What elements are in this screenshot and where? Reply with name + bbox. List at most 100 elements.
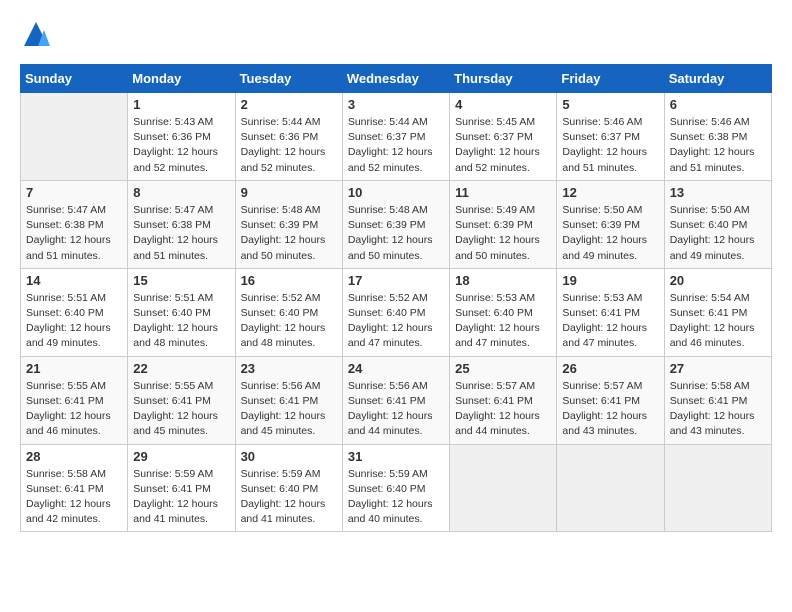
day-info: Sunrise: 5:59 AM Sunset: 6:40 PM Dayligh… (241, 467, 337, 528)
day-info: Sunrise: 5:44 AM Sunset: 6:37 PM Dayligh… (348, 115, 444, 176)
day-cell: 14 Sunrise: 5:51 AM Sunset: 6:40 PM Dayli… (21, 268, 128, 356)
header-cell-thursday: Thursday (450, 65, 557, 93)
day-info: Sunrise: 5:57 AM Sunset: 6:41 PM Dayligh… (562, 379, 658, 440)
day-number: 12 (562, 185, 658, 200)
day-info: Sunrise: 5:45 AM Sunset: 6:37 PM Dayligh… (455, 115, 551, 176)
day-cell: 22Sunrise: 5:55 AM Sunset: 6:41 PM Dayli… (128, 356, 235, 444)
day-number: 13 (670, 185, 766, 200)
day-cell (557, 444, 664, 532)
logo (20, 20, 54, 48)
day-number: 14 (26, 273, 122, 288)
day-number: 20 (670, 273, 766, 288)
day-cell: 11 Sunrise: 5:49 AM Sunset: 6:39 PM Dayli… (450, 180, 557, 268)
day-number: 30 (241, 449, 337, 464)
day-number: 7 (26, 185, 122, 200)
day-info: Sunrise: 5:46 AM Sunset: 6:38 PM Dayligh… (670, 115, 766, 176)
day-cell: 29 Sunrise: 5:59 AM Sunset: 6:41 PM Dayli… (128, 444, 235, 532)
header-cell-friday: Friday (557, 65, 664, 93)
day-number: 27 (670, 361, 766, 376)
day-number: 2 (241, 97, 337, 112)
day-info: Sunrise: 5:49 AM Sunset: 6:39 PM Dayligh… (455, 203, 551, 264)
day-info: Sunrise: 5:56 AM Sunset: 6:41 PM Dayligh… (348, 379, 444, 440)
day-number: 26 (562, 361, 658, 376)
day-number: 29 (133, 449, 229, 464)
day-info: Sunrise: 5:46 AM Sunset: 6:37 PM Dayligh… (562, 115, 658, 176)
day-info: Sunrise: 5:58 AM Sunset: 6:41 PM Dayligh… (26, 467, 122, 528)
day-cell: 19 Sunrise: 5:53 AM Sunset: 6:41 PM Dayli… (557, 268, 664, 356)
day-cell: 21 Sunrise: 5:55 AM Sunset: 6:41 PM Dayli… (21, 356, 128, 444)
day-number: 15 (133, 273, 229, 288)
day-number: 19 (562, 273, 658, 288)
day-info: Sunrise: 5:47 AM Sunset: 6:38 PM Dayligh… (26, 203, 122, 264)
day-cell: 17 Sunrise: 5:52 AM Sunset: 6:40 PM Dayli… (342, 268, 449, 356)
week-row-5: 28 Sunrise: 5:58 AM Sunset: 6:41 PM Dayli… (21, 444, 772, 532)
header-cell-saturday: Saturday (664, 65, 771, 93)
day-info: Sunrise: 5:52 AM Sunset: 6:40 PM Dayligh… (348, 291, 444, 352)
day-cell: 5Sunrise: 5:46 AM Sunset: 6:37 PM Daylig… (557, 93, 664, 181)
day-number: 17 (348, 273, 444, 288)
day-number: 11 (455, 185, 551, 200)
week-row-4: 21 Sunrise: 5:55 AM Sunset: 6:41 PM Dayli… (21, 356, 772, 444)
day-cell: 12 Sunrise: 5:50 AM Sunset: 6:39 PM Dayli… (557, 180, 664, 268)
day-info: Sunrise: 5:52 AM Sunset: 6:40 PM Dayligh… (241, 291, 337, 352)
day-info: Sunrise: 5:57 AM Sunset: 6:41 PM Dayligh… (455, 379, 551, 440)
header-row: SundayMondayTuesdayWednesdayThursdayFrid… (21, 65, 772, 93)
day-info: Sunrise: 5:59 AM Sunset: 6:41 PM Dayligh… (133, 467, 229, 528)
header-cell-sunday: Sunday (21, 65, 128, 93)
day-number: 31 (348, 449, 444, 464)
week-row-2: 7 Sunrise: 5:47 AM Sunset: 6:38 PM Daylig… (21, 180, 772, 268)
day-info: Sunrise: 5:56 AM Sunset: 6:41 PM Dayligh… (241, 379, 337, 440)
day-number: 21 (26, 361, 122, 376)
day-info: Sunrise: 5:43 AM Sunset: 6:36 PM Dayligh… (133, 115, 229, 176)
logo-icon (22, 20, 50, 48)
day-cell: 4 Sunrise: 5:45 AM Sunset: 6:37 PM Daylig… (450, 93, 557, 181)
day-number: 6 (670, 97, 766, 112)
day-cell: 25 Sunrise: 5:57 AM Sunset: 6:41 PM Dayli… (450, 356, 557, 444)
day-number: 23 (241, 361, 337, 376)
day-info: Sunrise: 5:47 AM Sunset: 6:38 PM Dayligh… (133, 203, 229, 264)
day-number: 25 (455, 361, 551, 376)
day-cell: 8 Sunrise: 5:47 AM Sunset: 6:38 PM Daylig… (128, 180, 235, 268)
day-cell: 23 Sunrise: 5:56 AM Sunset: 6:41 PM Dayli… (235, 356, 342, 444)
day-info: Sunrise: 5:54 AM Sunset: 6:41 PM Dayligh… (670, 291, 766, 352)
day-info: Sunrise: 5:50 AM Sunset: 6:39 PM Dayligh… (562, 203, 658, 264)
week-row-1: 1Sunrise: 5:43 AM Sunset: 6:36 PM Daylig… (21, 93, 772, 181)
day-cell: 18Sunrise: 5:53 AM Sunset: 6:40 PM Dayli… (450, 268, 557, 356)
calendar-table: SundayMondayTuesdayWednesdayThursdayFrid… (20, 64, 772, 532)
header-cell-tuesday: Tuesday (235, 65, 342, 93)
day-info: Sunrise: 5:55 AM Sunset: 6:41 PM Dayligh… (26, 379, 122, 440)
day-cell: 28 Sunrise: 5:58 AM Sunset: 6:41 PM Dayli… (21, 444, 128, 532)
header-cell-monday: Monday (128, 65, 235, 93)
week-row-3: 14 Sunrise: 5:51 AM Sunset: 6:40 PM Dayli… (21, 268, 772, 356)
day-number: 28 (26, 449, 122, 464)
day-cell: 7 Sunrise: 5:47 AM Sunset: 6:38 PM Daylig… (21, 180, 128, 268)
day-cell: 24Sunrise: 5:56 AM Sunset: 6:41 PM Dayli… (342, 356, 449, 444)
day-number: 16 (241, 273, 337, 288)
day-cell: 3 Sunrise: 5:44 AM Sunset: 6:37 PM Daylig… (342, 93, 449, 181)
day-info: Sunrise: 5:59 AM Sunset: 6:40 PM Dayligh… (348, 467, 444, 528)
day-number: 3 (348, 97, 444, 112)
day-cell: 13 Sunrise: 5:50 AM Sunset: 6:40 PM Dayli… (664, 180, 771, 268)
day-number: 4 (455, 97, 551, 112)
day-info: Sunrise: 5:51 AM Sunset: 6:40 PM Dayligh… (26, 291, 122, 352)
day-info: Sunrise: 5:48 AM Sunset: 6:39 PM Dayligh… (348, 203, 444, 264)
page-header (20, 20, 772, 48)
day-cell (664, 444, 771, 532)
day-info: Sunrise: 5:48 AM Sunset: 6:39 PM Dayligh… (241, 203, 337, 264)
day-number: 8 (133, 185, 229, 200)
day-info: Sunrise: 5:53 AM Sunset: 6:41 PM Dayligh… (562, 291, 658, 352)
day-info: Sunrise: 5:50 AM Sunset: 6:40 PM Dayligh… (670, 203, 766, 264)
day-cell: 6 Sunrise: 5:46 AM Sunset: 6:38 PM Daylig… (664, 93, 771, 181)
day-info: Sunrise: 5:44 AM Sunset: 6:36 PM Dayligh… (241, 115, 337, 176)
header-cell-wednesday: Wednesday (342, 65, 449, 93)
day-cell (21, 93, 128, 181)
day-cell: 30 Sunrise: 5:59 AM Sunset: 6:40 PM Dayli… (235, 444, 342, 532)
day-cell: 27 Sunrise: 5:58 AM Sunset: 6:41 PM Dayli… (664, 356, 771, 444)
day-info: Sunrise: 5:53 AM Sunset: 6:40 PM Dayligh… (455, 291, 551, 352)
day-cell: 9Sunrise: 5:48 AM Sunset: 6:39 PM Daylig… (235, 180, 342, 268)
day-info: Sunrise: 5:58 AM Sunset: 6:41 PM Dayligh… (670, 379, 766, 440)
day-cell: 16 Sunrise: 5:52 AM Sunset: 6:40 PM Dayli… (235, 268, 342, 356)
day-cell: 20 Sunrise: 5:54 AM Sunset: 6:41 PM Dayli… (664, 268, 771, 356)
day-info: Sunrise: 5:51 AM Sunset: 6:40 PM Dayligh… (133, 291, 229, 352)
day-cell: 1Sunrise: 5:43 AM Sunset: 6:36 PM Daylig… (128, 93, 235, 181)
